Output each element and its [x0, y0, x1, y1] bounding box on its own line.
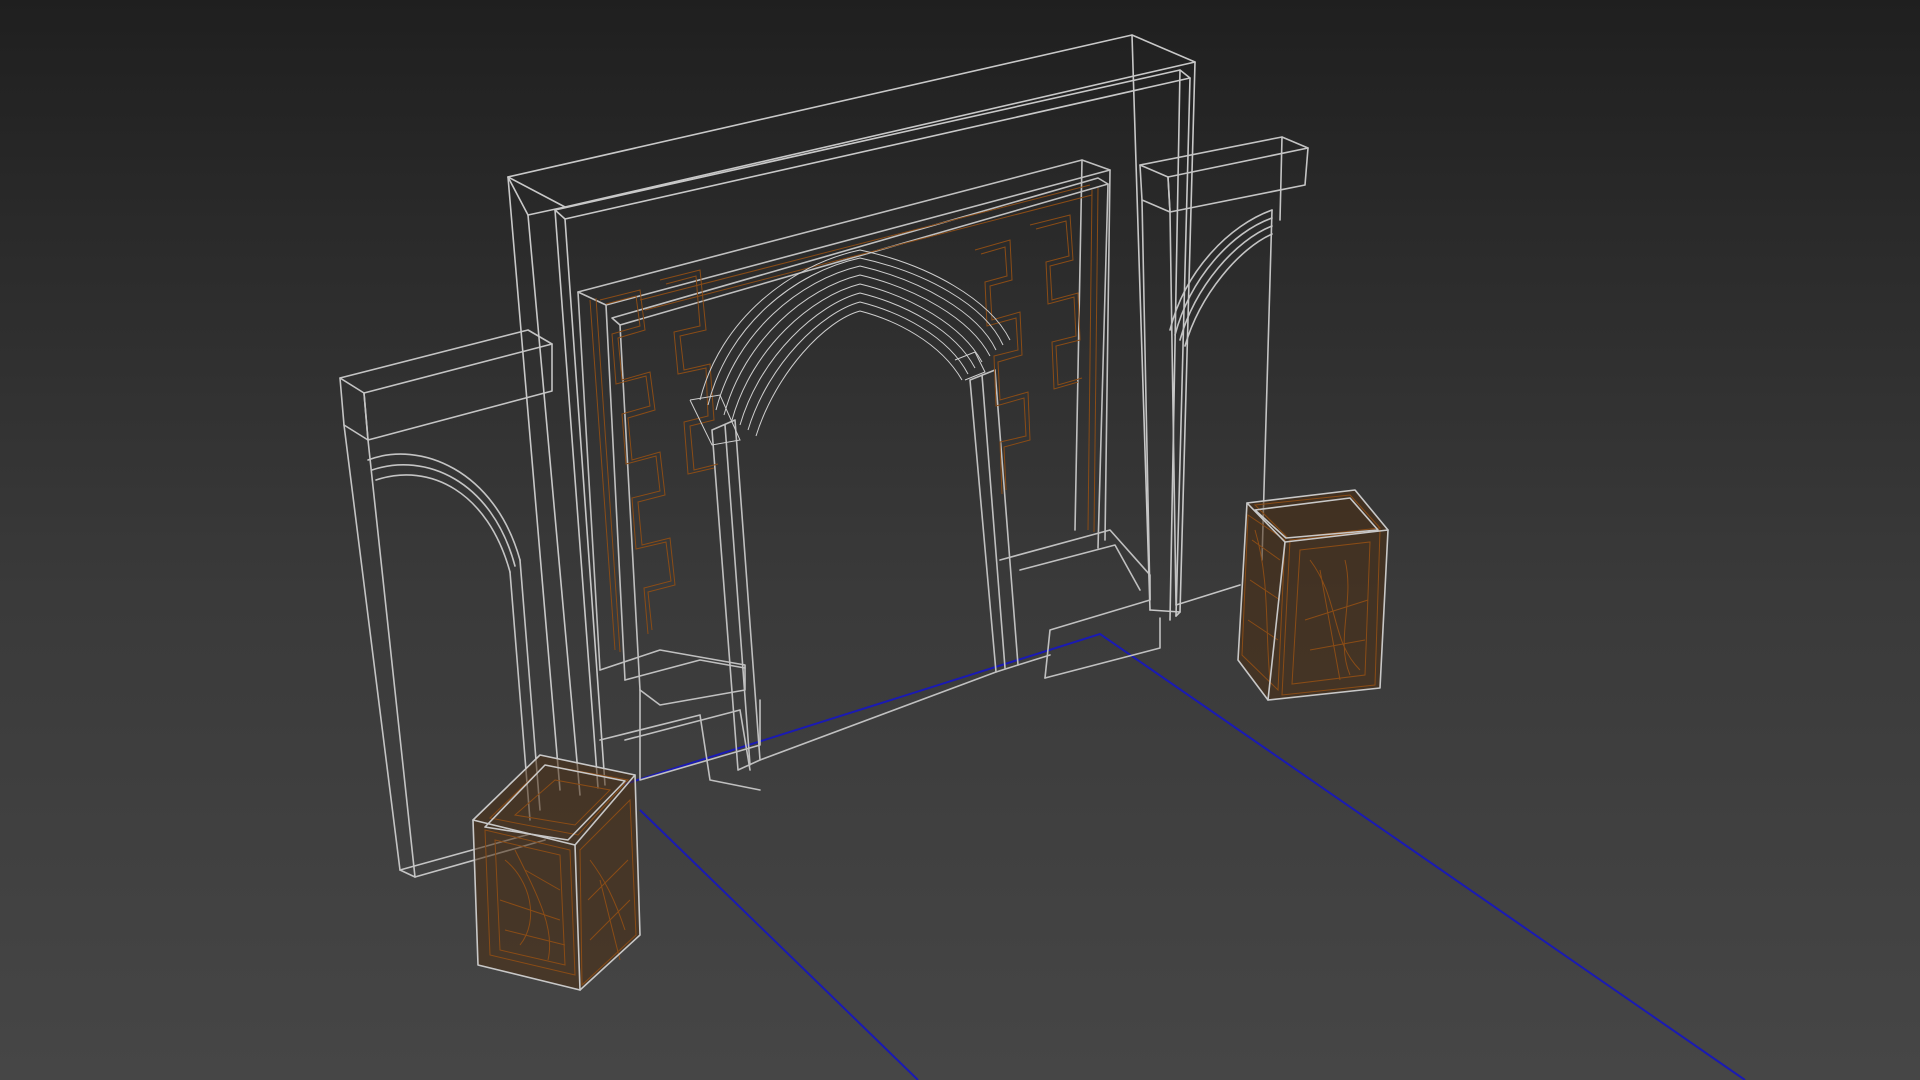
blue-selection-outline — [624, 632, 1746, 1080]
ornament-pattern — [589, 184, 1099, 653]
right-lantern — [1237, 489, 1389, 701]
3d-viewport[interactable] — [0, 0, 1920, 1080]
wireframe-scene[interactable] — [0, 0, 1920, 1080]
left-lantern — [472, 754, 641, 991]
pointed-arch — [689, 249, 1011, 446]
